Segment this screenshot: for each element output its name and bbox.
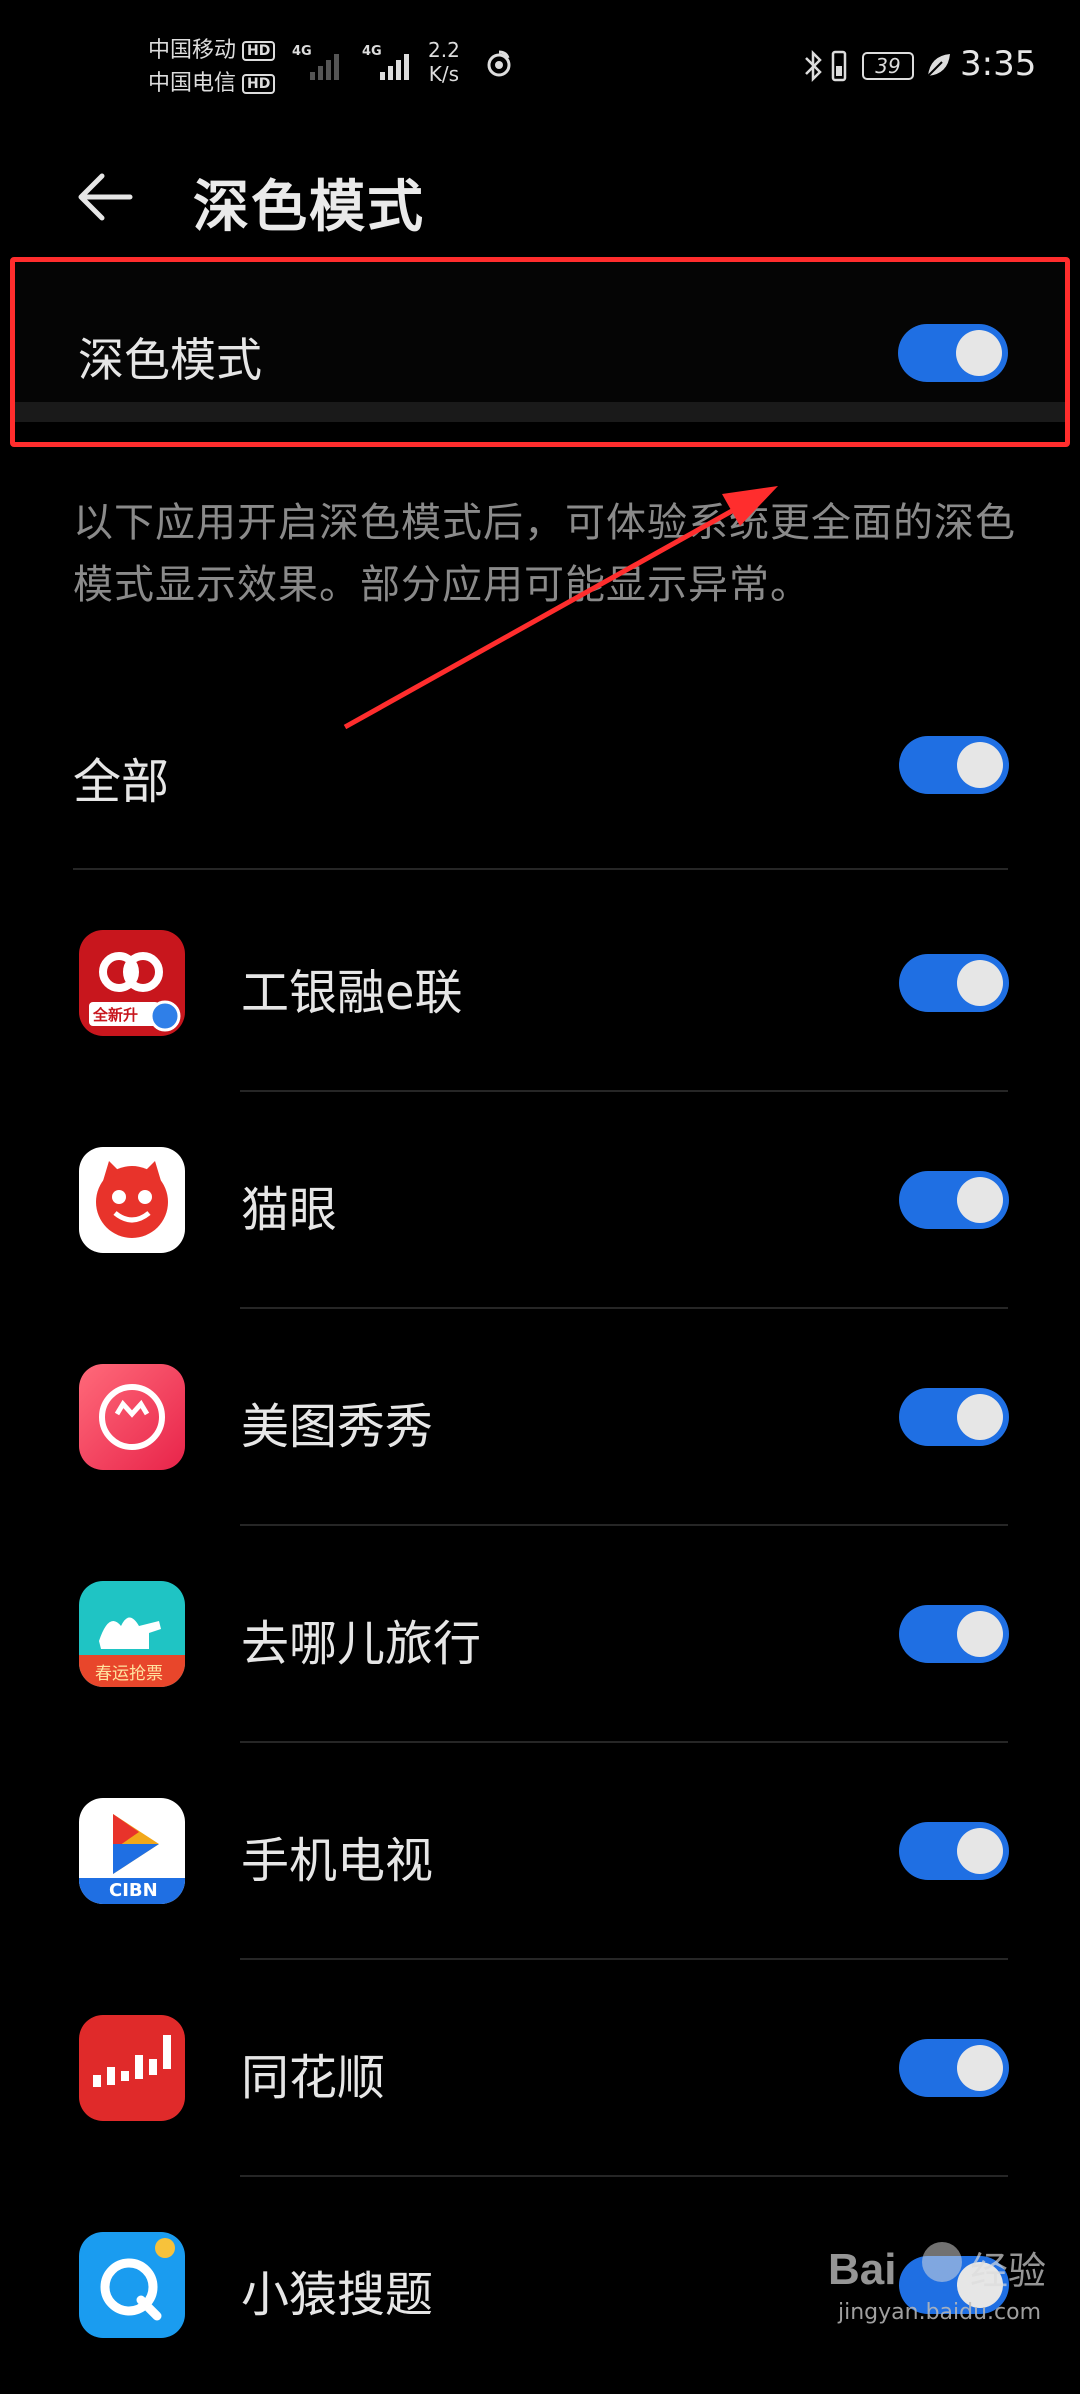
cibn-badge-text: CIBN (109, 1880, 158, 1901)
toggle-knob (956, 330, 1002, 376)
tonghuashun-icon (79, 2015, 185, 2121)
leaf-icon (927, 54, 950, 77)
list-item-qunar[interactable]: 春运抢票 去哪儿旅行 (0, 1526, 1080, 1743)
signal-2-icon: 4G (362, 40, 418, 80)
dark-mode-toggle[interactable] (898, 324, 1008, 382)
xiaoyuan-icon (79, 2232, 185, 2338)
list-item-maoyan[interactable]: 猫眼 (0, 1092, 1080, 1309)
maoyan-cat-icon (79, 1147, 185, 1253)
watermark-url: jingyan.baidu.com (838, 2300, 1042, 2325)
qunar-camel-icon: 春运抢票 (79, 1581, 185, 1687)
list-item-icbc[interactable]: 全新升 工银融e联 (0, 875, 1080, 1092)
hd-badge: HD (242, 73, 276, 94)
app-name: 小猿搜题 (241, 2267, 434, 2323)
app-toggle-qunar[interactable] (899, 1605, 1009, 1663)
toggle-knob (957, 2045, 1003, 2091)
toggle-knob (957, 1177, 1003, 1223)
battery-icon: 39 (862, 52, 914, 80)
signal-indicators: 4G 4G (292, 40, 418, 80)
app-toggle-cibn[interactable] (899, 1822, 1009, 1880)
clock: 3:35 (960, 44, 1037, 84)
app-name: 手机电视 (241, 1833, 434, 1889)
toggle-knob (957, 1828, 1003, 1874)
carrier-2: 中国电信 (148, 71, 237, 96)
app-toggle-maoyan[interactable] (899, 1171, 1009, 1229)
section-divider (15, 402, 1065, 422)
net-speed: 2.2 K/s (428, 38, 460, 86)
icbc-badge-text: 全新升 (93, 1006, 139, 1024)
bluetooth-icon (805, 49, 822, 83)
icbc-elian-icon: 全新升 (79, 930, 185, 1036)
app-toggle-tonghuashun[interactable] (899, 2039, 1009, 2097)
app-name: 美图秀秀 (241, 1399, 434, 1455)
all-apps-row[interactable]: 全部 (73, 720, 1009, 870)
app-name: 同花顺 (241, 2050, 386, 2106)
hd-badge: HD (242, 40, 276, 61)
meitu-icon (79, 1364, 185, 1470)
phone-vibrate-icon (831, 50, 847, 82)
dark-mode-label: 深色模式 (78, 333, 262, 387)
list-item-tonghuashun[interactable]: 同花顺 (0, 1960, 1080, 2177)
hotspot-icon (487, 50, 511, 77)
baidu-watermark: Bai 经验 jingyan.baidu.com (800, 2222, 1060, 2332)
carrier-info: 中国移动 HD 中国电信 HD (148, 34, 276, 100)
toggle-knob (957, 960, 1003, 1006)
svg-text:经验: 经验 (970, 2249, 1046, 2293)
master-row-background: 深色模式 (15, 262, 1065, 422)
cibn-tv-icon: CIBN (79, 1798, 185, 1904)
toggle-knob (957, 1394, 1003, 1440)
all-apps-toggle[interactable] (899, 736, 1009, 794)
app-toggle-icbc[interactable] (899, 954, 1009, 1012)
description-text: 以下应用开启深色模式后，可体验系统更全面的深色模式显示效果。部分应用可能显示异常… (73, 500, 1016, 608)
list-item-meitu[interactable]: 美图秀秀 (0, 1309, 1080, 1526)
app-name: 去哪儿旅行 (241, 1616, 482, 1672)
header: 深色模式 (0, 140, 1080, 250)
app-name: 猫眼 (241, 1182, 338, 1238)
net-speed-value: 2.2 (428, 38, 460, 62)
dark-mode-master-row[interactable]: 深色模式 (10, 257, 1070, 447)
all-label: 全部 (73, 754, 170, 810)
page-title: 深色模式 (193, 175, 425, 240)
arrow-left-icon[interactable] (70, 162, 140, 232)
app-toggle-meitu[interactable] (899, 1388, 1009, 1446)
toggle-knob (957, 1611, 1003, 1657)
carrier-1: 中国移动 (148, 38, 237, 63)
signal-1-icon: 4G (292, 40, 348, 80)
toggle-knob (957, 742, 1003, 788)
app-name: 工银融e联 (241, 965, 463, 1021)
net-speed-unit: K/s (428, 62, 460, 86)
status-bar: 中国移动 HD 中国电信 HD 4G 4G 2.2 K/s 39 3:35 (0, 0, 1080, 130)
svg-text:Bai: Bai (828, 2245, 896, 2294)
qunar-badge-text: 春运抢票 (95, 1664, 163, 1684)
list-item-cibn[interactable]: CIBN 手机电视 (0, 1743, 1080, 1960)
